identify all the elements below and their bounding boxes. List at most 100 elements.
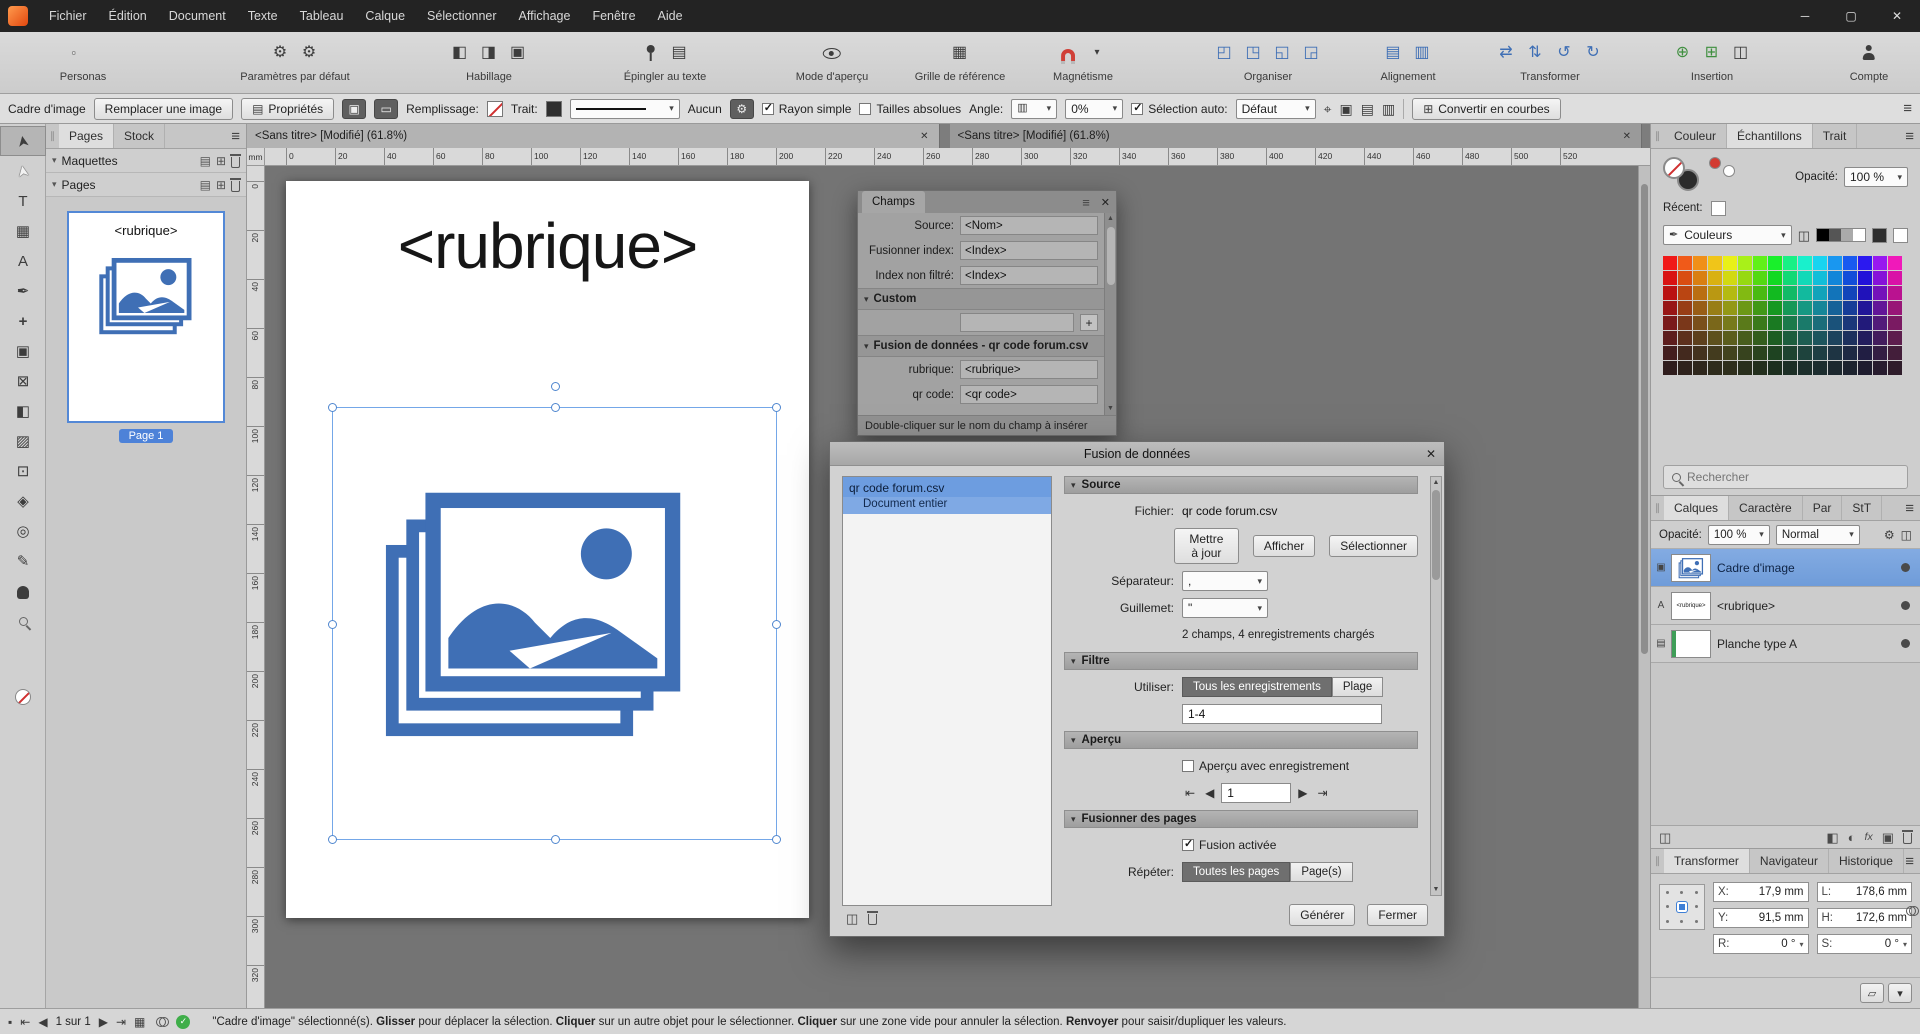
page-thumbnail[interactable]: <rubrique> [67, 211, 225, 423]
last-page-icon[interactable]: ⇥ [116, 1016, 126, 1028]
color-swatch[interactable] [1858, 316, 1872, 330]
selection-handle[interactable] [328, 620, 337, 629]
document-tab[interactable]: <Sans titre> [Modifié] (61.8%)✕ [950, 124, 1643, 148]
fields-panel-tab[interactable]: Champs [862, 191, 925, 213]
chevron-down-icon[interactable]: ▾ [1888, 983, 1912, 1003]
color-swatch[interactable] [1768, 286, 1782, 300]
color-swatch[interactable] [1708, 316, 1722, 330]
delete-source-icon[interactable] [868, 914, 877, 925]
absolute-sizes-checkbox[interactable] [859, 103, 871, 115]
field-row[interactable]: Index non filtré: <Index> [858, 263, 1104, 288]
pen-tool[interactable]: ✒ [0, 276, 46, 306]
menu-item[interactable]: Fichier [38, 0, 98, 32]
master-view-icon[interactable]: ▤ [200, 155, 211, 167]
menu-item[interactable]: Tableau [289, 0, 355, 32]
selection-handle[interactable] [551, 835, 560, 844]
field-row[interactable]: Source: <Nom> [858, 213, 1104, 238]
color-swatch[interactable] [1768, 361, 1782, 375]
layer-settings-icon[interactable]: ⚙ [1884, 529, 1895, 541]
color-swatch[interactable] [1843, 316, 1857, 330]
quote-dropdown[interactable]: "▾ [1182, 598, 1268, 618]
color-swatch[interactable] [1858, 271, 1872, 285]
color-swatch[interactable] [1753, 301, 1767, 315]
publisher-persona-icon[interactable] [72, 51, 76, 55]
insert-on-top-icon[interactable]: ◫ [1729, 40, 1753, 66]
vector-crop-tool[interactable]: ⊠ [0, 366, 46, 396]
scroll-up-icon[interactable]: ▲ [1107, 213, 1114, 225]
color-swatch[interactable] [1708, 346, 1722, 360]
color-swatch[interactable] [1693, 271, 1707, 285]
vector-pencil-tool[interactable]: ✎ [0, 546, 46, 576]
menu-item[interactable]: Calque [354, 0, 416, 32]
last-record-icon[interactable]: ⇥ [1315, 787, 1331, 799]
color-swatch[interactable] [1858, 286, 1872, 300]
custom-fields-group[interactable]: ▾ Custom [858, 288, 1104, 310]
color-swatch[interactable] [1768, 331, 1782, 345]
color-swatch[interactable] [1663, 301, 1677, 315]
color-swatch[interactable] [1858, 361, 1872, 375]
fill-swatch[interactable] [487, 101, 503, 117]
document-page[interactable]: <rubrique> [286, 181, 809, 918]
menu-item[interactable]: Affichage [508, 0, 582, 32]
panel-menu-icon[interactable]: ≡ [1905, 500, 1920, 517]
color-swatch[interactable] [1843, 361, 1857, 375]
designer-persona-icon[interactable] [90, 51, 94, 55]
scrollbar-thumb[interactable] [1432, 490, 1440, 580]
color-swatch[interactable] [1678, 331, 1692, 345]
scale-with-object-icon[interactable]: ▣ [342, 99, 366, 119]
panel-menu-icon[interactable]: ≡ [231, 128, 246, 145]
new-field-row[interactable]: + [858, 310, 1104, 335]
color-swatch[interactable] [1753, 346, 1767, 360]
account-icon[interactable] [1857, 40, 1881, 66]
stroke-properties-icon[interactable]: ⚙ [730, 99, 754, 119]
table-tool[interactable]: ▦ [0, 216, 46, 246]
color-swatch[interactable] [1738, 361, 1752, 375]
preflight-ok-icon[interactable]: ✓ [176, 1015, 190, 1029]
color-swatch[interactable] [1708, 361, 1722, 375]
color-swatch[interactable] [1663, 271, 1677, 285]
pages-panel-tab[interactable]: Pages [59, 124, 114, 148]
scrollbar-thumb[interactable] [1107, 227, 1115, 285]
add-field-button[interactable]: + [1080, 314, 1098, 331]
transform-panel-tab[interactable]: Historique [1829, 849, 1904, 873]
anchor-point-selector[interactable] [1659, 884, 1705, 930]
next-record-icon[interactable]: ▶ [1295, 787, 1310, 799]
color-swatch[interactable] [1798, 331, 1812, 345]
color-swatch[interactable] [1753, 271, 1767, 285]
reference-grid-icon[interactable]: ▦ [948, 40, 972, 66]
color-swatch[interactable] [1693, 301, 1707, 315]
color-swatch[interactable] [1813, 286, 1827, 300]
data-merge-fields-group[interactable]: ▾ Fusion de données - qr code forum.csv [858, 335, 1104, 357]
color-swatch[interactable] [1873, 301, 1887, 315]
color-swatch[interactable] [1813, 316, 1827, 330]
color-swatch[interactable] [1843, 271, 1857, 285]
color-swatch[interactable] [1708, 256, 1722, 270]
rotation-handle[interactable] [551, 382, 560, 391]
color-swatch[interactable] [1753, 316, 1767, 330]
color-swatch[interactable] [1693, 361, 1707, 375]
color-swatch[interactable] [1858, 346, 1872, 360]
picture-frame-tool[interactable]: ▣ [0, 336, 46, 366]
color-swatch[interactable] [1798, 361, 1812, 375]
page-heading-text[interactable]: <rubrique> [286, 209, 809, 283]
tertiary-color-well[interactable] [1723, 165, 1735, 177]
color-swatch[interactable] [1798, 346, 1812, 360]
color-swatch[interactable] [1708, 286, 1722, 300]
menu-item[interactable]: Texte [237, 0, 289, 32]
scroll-down-icon[interactable]: ▼ [1433, 884, 1440, 895]
merge-sources-list[interactable]: qr code forum.csv Document entier [842, 476, 1052, 906]
color-swatch[interactable] [1753, 361, 1767, 375]
color-swatch[interactable] [1828, 346, 1842, 360]
color-swatch[interactable] [1723, 346, 1737, 360]
all-pages-segment[interactable]: Toutes les pages [1182, 862, 1290, 882]
color-swatch[interactable] [1753, 331, 1767, 345]
field-row[interactable]: rubrique: <rubrique> [858, 357, 1104, 382]
color-swatch[interactable] [1858, 256, 1872, 270]
chevron-down-icon[interactable]: ▾ [1085, 40, 1109, 66]
color-swatch[interactable] [1663, 286, 1677, 300]
pages-section-row[interactable]: ▾ Pages ▤ ⊞ [46, 173, 246, 197]
adjustment-layer-icon[interactable]: ◐ [1848, 831, 1856, 844]
lock-icon[interactable]: ◫ [1901, 529, 1912, 541]
artistic-text-tool[interactable]: A [0, 246, 46, 276]
preview-section-header[interactable]: ▾Aperçu [1064, 731, 1418, 749]
